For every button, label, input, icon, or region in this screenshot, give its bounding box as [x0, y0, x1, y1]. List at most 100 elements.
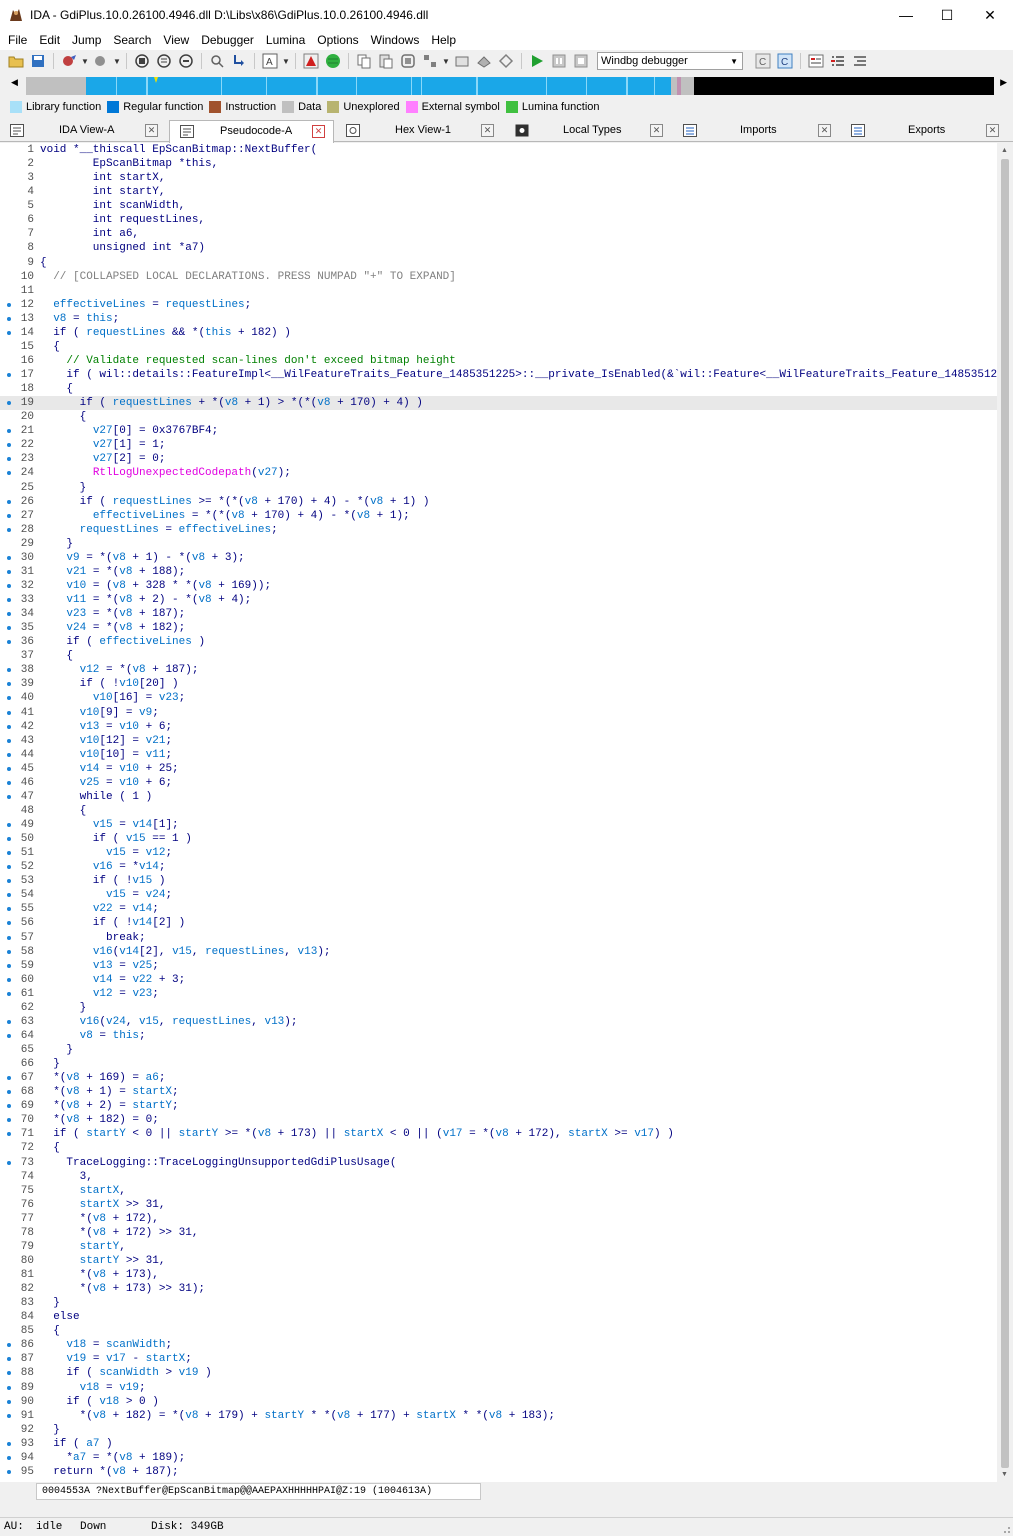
jump-address-icon[interactable] [229, 52, 249, 70]
code-line[interactable]: 54 v15 = v24; [0, 888, 997, 902]
code-line[interactable]: 73 TraceLogging::TraceLoggingUnsupported… [0, 1156, 997, 1170]
code-line[interactable]: 65 } [0, 1043, 997, 1057]
code-line[interactable]: 43 v10[12] = v21; [0, 734, 997, 748]
menu-windows[interactable]: Windows [365, 33, 426, 47]
chevron-down-icon[interactable]: ▼ [81, 57, 89, 66]
close-tab-icon[interactable]: ✕ [312, 125, 325, 138]
code-line[interactable]: 5 int scanWidth, [0, 199, 997, 213]
list-bullets-icon[interactable] [828, 52, 848, 70]
code-line[interactable]: 87 v19 = v17 - startX; [0, 1352, 997, 1366]
code-line[interactable]: 30 v9 = *(v8 + 1) - *(v8 + 3); [0, 551, 997, 565]
code-line[interactable]: 90 if ( v18 > 0 ) [0, 1395, 997, 1409]
jump-back-icon[interactable] [59, 52, 79, 70]
jump-forward-icon[interactable] [91, 52, 111, 70]
structure-icon[interactable] [398, 52, 418, 70]
code-line[interactable]: 81 *(v8 + 173), [0, 1268, 997, 1282]
code-line[interactable]: 27 effectiveLines = *(*(v8 + 170) + 4) -… [0, 509, 997, 523]
diamond-icon[interactable] [496, 52, 516, 70]
code-line[interactable]: 33 v11 = *(v8 + 2) - *(v8 + 4); [0, 593, 997, 607]
code-line[interactable]: 4 int startY, [0, 185, 997, 199]
close-tab-icon[interactable]: ✕ [650, 124, 663, 137]
stop-icon[interactable] [571, 52, 591, 70]
close-tab-icon[interactable]: ✕ [481, 124, 494, 137]
debugger-select[interactable]: Windbg debugger ▼ [597, 52, 743, 70]
code-line[interactable]: 29 } [0, 537, 997, 551]
lumina-globe-icon[interactable] [323, 52, 343, 70]
code-line[interactable]: 44 v10[10] = v11; [0, 748, 997, 762]
code-line[interactable]: 67 *(v8 + 169) = a6; [0, 1071, 997, 1085]
hex-view-icon[interactable] [176, 52, 196, 70]
code-line[interactable]: 59 v13 = v25; [0, 959, 997, 973]
code-line[interactable]: 79 startY, [0, 1240, 997, 1254]
menu-search[interactable]: Search [107, 33, 157, 47]
code-line[interactable]: 50 if ( v15 == 1 ) [0, 832, 997, 846]
tab-exports[interactable]: Exports ✕ [841, 120, 1007, 142]
code-line[interactable]: 77 *(v8 + 172), [0, 1212, 997, 1226]
list-indent-icon[interactable] [850, 52, 870, 70]
undo-icon[interactable] [452, 52, 472, 70]
code-line[interactable]: 16 // Validate requested scan-lines don'… [0, 354, 997, 368]
code-line[interactable]: 70 *(v8 + 182) = 0; [0, 1113, 997, 1127]
code-line[interactable]: 71 if ( startY < 0 || startY >= *(v8 + 1… [0, 1127, 997, 1141]
pause-icon[interactable] [549, 52, 569, 70]
step-over-icon[interactable]: C [775, 52, 795, 70]
menu-lumina[interactable]: Lumina [260, 33, 311, 47]
code-line[interactable]: 3 int startX, [0, 171, 997, 185]
code-line[interactable]: 21 v27[0] = 0x3767BF4; [0, 424, 997, 438]
code-line[interactable]: 66 } [0, 1057, 997, 1071]
text-format-icon[interactable]: A [260, 52, 280, 70]
code-line[interactable]: 61 v12 = v23; [0, 987, 997, 1001]
code-line[interactable]: 24 RtlLogUnexpectedCodepath(v27); [0, 466, 997, 480]
tab-imports[interactable]: Imports ✕ [673, 120, 839, 142]
code-line[interactable]: 53 if ( !v15 ) [0, 874, 997, 888]
scroll-up-icon[interactable]: ▲ [1001, 147, 1008, 154]
pseudocode-view[interactable]: 1 void *__thiscall EpScanBitmap::NextBuff… [0, 143, 997, 1482]
code-line[interactable]: 51 v15 = v12; [0, 846, 997, 860]
breakpoint-icon[interactable] [301, 52, 321, 70]
code-line[interactable]: 56 if ( !v14[2] ) [0, 916, 997, 930]
code-line[interactable]: 26 if ( requestLines >= *(*(v8 + 170) + … [0, 495, 997, 509]
tab-ida-view-a[interactable]: IDA View-A ✕ [0, 120, 166, 142]
minimize-button[interactable]: — [883, 0, 929, 30]
menu-jump[interactable]: Jump [66, 33, 107, 47]
code-line[interactable]: 63 v16(v24, v15, requestLines, v13); [0, 1015, 997, 1029]
chevron-down-icon[interactable]: ▼ [282, 57, 290, 66]
code-line[interactable]: 48 { [0, 804, 997, 818]
close-window-button[interactable]: ✕ [967, 0, 1013, 30]
tab-hex-view-1[interactable]: Hex View-1 ✕ [336, 120, 502, 142]
code-line[interactable]: 74 3, [0, 1170, 997, 1184]
scrollbar-thumb[interactable] [1001, 159, 1009, 1468]
tab-pseudocode-a[interactable]: Pseudocode-A ✕ [169, 120, 334, 143]
code-line[interactable]: 22 v27[1] = 1; [0, 438, 997, 452]
code-line[interactable]: 10 // [COLLAPSED LOCAL DECLARATIONS. PRE… [0, 270, 997, 284]
code-line[interactable]: 32 v10 = (v8 + 328 * *(v8 + 169)); [0, 579, 997, 593]
code-line[interactable]: 39 if ( !v10[20] ) [0, 677, 997, 691]
hand-icon[interactable] [474, 52, 494, 70]
code-line[interactable]: 94 *a7 = *(v8 + 189); [0, 1451, 997, 1465]
code-line[interactable]: 72 { [0, 1141, 997, 1155]
code-line[interactable]: 20 { [0, 410, 997, 424]
code-line[interactable]: 37 { [0, 649, 997, 663]
code-line[interactable]: 83 } [0, 1296, 997, 1310]
code-line[interactable]: 45 v14 = v10 + 25; [0, 762, 997, 776]
code-line[interactable]: 75 startX, [0, 1184, 997, 1198]
scroll-down-icon[interactable]: ▼ [1001, 1471, 1008, 1478]
step-into-icon[interactable]: C [753, 52, 773, 70]
maximize-button[interactable]: ☐ [924, 0, 970, 30]
close-tab-icon[interactable]: ✕ [986, 124, 999, 137]
paste-icon[interactable] [376, 52, 396, 70]
menu-options[interactable]: Options [311, 33, 364, 47]
code-line[interactable]: 9{ [0, 256, 997, 270]
code-line[interactable]: 2 EpScanBitmap *this, [0, 157, 997, 171]
text-view-icon[interactable] [154, 52, 174, 70]
menu-view[interactable]: View [157, 33, 195, 47]
code-line[interactable]: 78 *(v8 + 172) >> 31, [0, 1226, 997, 1240]
tab-local-types[interactable]: Local Types ✕ [505, 120, 671, 142]
menu-help[interactable]: Help [425, 33, 462, 47]
code-line[interactable]: 40 v10[16] = v23; [0, 691, 997, 705]
navigation-bar[interactable] [26, 77, 994, 95]
code-line[interactable]: 47 while ( 1 ) [0, 790, 997, 804]
play-icon[interactable] [527, 52, 547, 70]
code-line[interactable]: 76 startX >> 31, [0, 1198, 997, 1212]
code-line[interactable]: 11 [0, 284, 997, 298]
